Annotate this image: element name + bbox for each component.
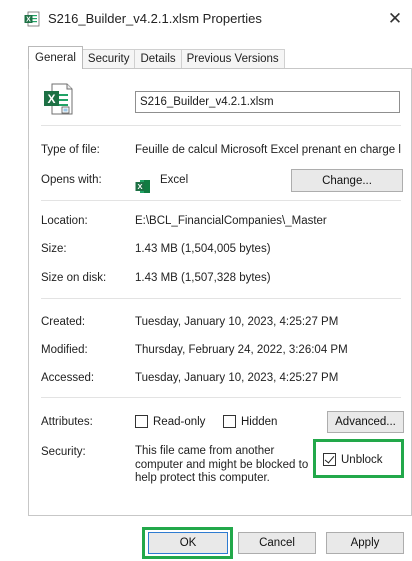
- unblock-checkbox-box[interactable]: [323, 453, 336, 466]
- modified-label: Modified:: [41, 344, 88, 356]
- divider: [41, 200, 401, 201]
- excel-file-icon: X: [24, 11, 40, 27]
- security-label: Security:: [41, 446, 86, 458]
- apply-button[interactable]: Apply: [326, 532, 404, 554]
- security-message: This file came from another computer and…: [135, 445, 309, 484]
- unblock-checkbox[interactable]: Unblock: [323, 453, 383, 466]
- tab-details[interactable]: Details: [134, 49, 182, 69]
- svg-text:X: X: [26, 17, 31, 24]
- filename-field[interactable]: S216_Builder_v4.2.1.xlsm: [135, 91, 400, 113]
- close-button[interactable]: ✕: [382, 6, 408, 32]
- type-of-file-label: Type of file:: [41, 144, 100, 156]
- readonly-checkbox-label: Read-only: [153, 415, 206, 428]
- title-bar: X S216_Builder_v4.2.1.xlsm Properties ✕: [14, 0, 412, 38]
- excel-app-icon: X: [135, 180, 150, 193]
- created-label: Created:: [41, 316, 86, 328]
- tab-general[interactable]: General: [28, 46, 83, 69]
- readonly-checkbox-box[interactable]: [135, 415, 148, 428]
- change-button[interactable]: Change...: [291, 169, 403, 192]
- svg-text:X: X: [47, 92, 55, 106]
- excel-macro-file-icon: X: [44, 83, 73, 115]
- advanced-button[interactable]: Advanced...: [327, 411, 404, 433]
- hidden-checkbox[interactable]: Hidden: [223, 415, 277, 428]
- tab-strip: General Security Details Previous Versio…: [28, 46, 285, 69]
- cancel-button[interactable]: Cancel: [238, 532, 316, 554]
- hidden-checkbox-label: Hidden: [241, 415, 278, 428]
- modified-value: Thursday, February 24, 2022, 3:26:04 PM: [135, 344, 348, 356]
- accessed-value: Tuesday, January 10, 2023, 4:25:27 PM: [135, 372, 339, 384]
- general-panel: X S216_Builder_v4.2.1.xlsm Type of file:…: [28, 68, 412, 516]
- readonly-checkbox[interactable]: Read-only: [135, 415, 205, 428]
- opens-with-label: Opens with:: [41, 174, 102, 186]
- size-value: 1.43 MB (1,504,005 bytes): [135, 243, 271, 255]
- location-label: Location:: [41, 215, 88, 227]
- divider: [41, 298, 401, 299]
- attributes-label: Attributes:: [41, 416, 93, 428]
- size-on-disk-label: Size on disk:: [41, 272, 107, 284]
- size-on-disk-value: 1.43 MB (1,507,328 bytes): [135, 272, 271, 284]
- window-title: S216_Builder_v4.2.1.xlsm Properties: [48, 11, 262, 26]
- location-value: E:\BCL_FinancialCompanies\_Master: [135, 215, 327, 227]
- opens-with-app: Excel: [160, 174, 189, 186]
- size-label: Size:: [41, 243, 67, 255]
- hidden-checkbox-box[interactable]: [223, 415, 236, 428]
- tab-previous-versions[interactable]: Previous Versions: [180, 49, 285, 69]
- tab-security[interactable]: Security: [81, 49, 136, 69]
- divider: [41, 125, 401, 126]
- created-value: Tuesday, January 10, 2023, 4:25:27 PM: [135, 316, 339, 328]
- unblock-checkbox-label: Unblock: [341, 453, 383, 466]
- properties-dialog: X S216_Builder_v4.2.1.xlsm Properties ✕ …: [14, 0, 412, 561]
- type-of-file-value: Feuille de calcul Microsoft Excel prenan…: [135, 144, 401, 156]
- ok-button[interactable]: OK: [148, 532, 228, 554]
- svg-text:X: X: [137, 182, 142, 191]
- accessed-label: Accessed:: [41, 372, 95, 384]
- divider: [41, 397, 401, 398]
